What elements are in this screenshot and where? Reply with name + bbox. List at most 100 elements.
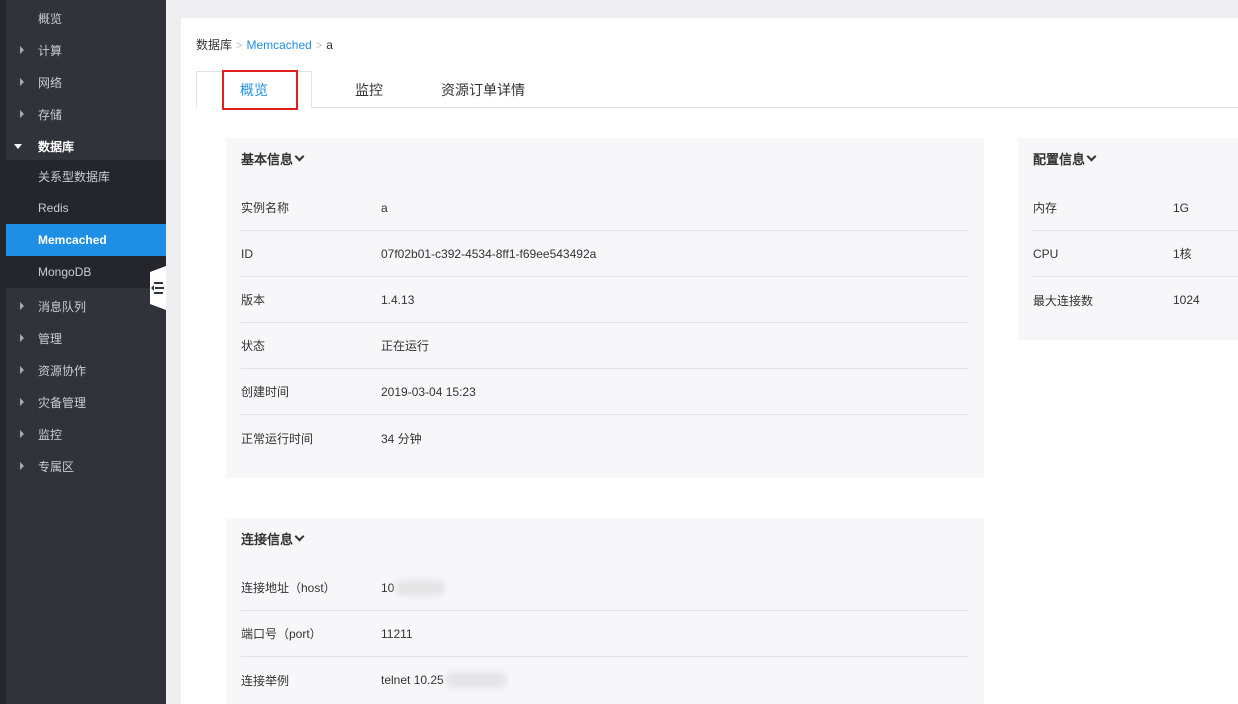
sidebar-item-collab[interactable]: 资源协作 [0,354,166,386]
basic-info-toggle[interactable]: 基本信息 [241,149,305,168]
info-key: 端口号（port） [241,627,322,641]
tab-bar: 概览 监控 资源订单详情 [196,70,1238,110]
sidebar-subitem-mongodb[interactable]: MongoDB [6,256,166,288]
breadcrumb-root[interactable]: 数据库 [196,38,232,52]
sidebar-subitem-memcached[interactable]: Memcached [6,224,166,256]
status-value: 正在运行 [381,339,430,353]
connection-info-toggle[interactable]: 连接信息 [241,529,305,548]
caret-right-icon [20,46,24,54]
sidebar-item-database[interactable]: 数据库 [0,130,166,162]
sidebar-item-label: 灾备管理 [38,395,87,410]
sidebar-item-storage[interactable]: 存储 [0,98,166,130]
config-info-toggle[interactable]: 配置信息 [1033,149,1097,168]
caret-down-icon [14,143,22,149]
info-value: 1G [1173,200,1190,215]
info-key: ID [241,246,253,261]
sidebar-item-dedicated[interactable]: 专属区 [0,450,166,482]
chevron-down-icon [294,531,305,542]
sidebar-item-label: 专属区 [38,459,75,474]
info-row: ID 07f02b01-c392-4534-8ff1-f69ee543492a [241,231,969,277]
main-panel: 数据库 > Memcached > a 概览 监控 资源订单详情 基本信息 实例名称 a… [181,18,1238,704]
caret-right-icon [20,78,24,86]
sidebar-item-label: 数据库 [38,139,75,154]
info-key: 最大连接数 [1033,293,1094,308]
info-row: 正常运行时间 34 分钟 [241,415,969,461]
info-key: 实例名称 [241,201,290,215]
caret-right-icon [20,398,24,406]
sidebar-item-label: 管理 [38,331,63,346]
sidebar-subitem-label: MongoDB [38,265,92,279]
tab-overview[interactable]: 概览 [196,70,312,110]
info-value: 1.4.13 [381,292,415,307]
sidebar-item-label: 消息队列 [38,299,87,314]
breadcrumb-service[interactable]: Memcached [246,38,311,52]
tab-label: 监控 [355,81,383,98]
info-value: a [381,200,388,215]
sidebar-item-label: 概览 [38,11,63,26]
info-key: 状态 [241,339,266,353]
sidebar-item-network[interactable]: 网络 [0,66,166,98]
sidebar-collapse-handle[interactable] [150,266,166,310]
host-value: 10 [381,580,395,595]
info-key: 创建时间 [241,385,290,399]
info-value: 07f02b01-c392-4534-8ff1-f69ee543492a [381,246,597,261]
caret-right-icon [20,366,24,374]
sidebar-item-compute[interactable]: 计算 [0,34,166,66]
info-row: 版本 1.4.13 [241,277,969,323]
breadcrumb: 数据库 > Memcached > a [196,36,333,53]
info-row: 状态 正在运行 [241,323,969,369]
card-title: 连接信息 [241,532,294,547]
example-value: telnet 10.25 [381,673,444,687]
info-row: 实例名称 a [241,185,969,231]
connection-info-card: 连接信息 连接地址（host） 10 端口号（port） 11211 连接举例 … [226,518,984,704]
info-key: 正常运行时间 [241,431,314,446]
breadcrumb-instance: a [326,38,333,52]
caret-right-icon [20,430,24,438]
info-key: 连接地址（host） [241,581,336,595]
caret-right-icon [20,302,24,310]
sidebar-item-label: 监控 [38,427,63,442]
tab-label: 资源订单详情 [441,81,525,98]
info-row: CPU 1核 [1033,231,1238,277]
caret-right-icon [20,462,24,470]
breadcrumb-separator: > [236,40,243,52]
sidebar-item-mq[interactable]: 消息队列 [0,290,166,322]
collapse-icon [151,285,154,291]
tab-monitor[interactable]: 监控 [324,71,414,108]
info-row: 最大连接数 1024 [1033,277,1238,323]
card-title: 配置信息 [1033,152,1086,167]
sidebar-subitem-label: Memcached [38,233,107,247]
sidebar-item-monitor[interactable]: 监控 [0,418,166,450]
caret-right-icon [20,334,24,342]
sidebar-subitem-label: Redis [38,201,69,215]
sidebar-subitem-rdb[interactable]: 关系型数据库 [6,160,166,192]
redaction-blur [445,672,507,688]
sidebar: 概览 计算 网络 存储 数据库 关系型数据库 Redis Memcached M… [0,0,166,704]
info-value: 1024 [1173,293,1200,307]
sidebar-item-label: 资源协作 [38,363,87,378]
sidebar-item-overview[interactable]: 概览 [0,2,166,34]
breadcrumb-separator: > [315,40,323,52]
sidebar-item-label: 计算 [38,43,63,58]
info-key: CPU [1033,246,1059,261]
info-row: 内存 1G [1033,185,1238,231]
info-key: 连接举例 [241,673,290,688]
sidebar-item-dr[interactable]: 灾备管理 [0,386,166,418]
sidebar-item-manage[interactable]: 管理 [0,322,166,354]
port-value: 11211 [381,626,413,641]
info-row: 连接举例 telnet 10.25 [241,657,969,703]
info-value: 34 分钟 [381,431,422,446]
info-key: 内存 [1033,201,1058,215]
config-info-card: 配置信息 内存 1G CPU 1核 最大连接数 1024 [1018,138,1238,340]
info-row: 端口号（port） 11211 [241,611,969,657]
tab-order-details[interactable]: 资源订单详情 [428,71,538,108]
redaction-blur [395,580,445,596]
card-title: 基本信息 [241,152,294,167]
info-key: 版本 [241,293,266,307]
sidebar-subitem-label: 关系型数据库 [38,169,111,184]
sidebar-item-label: 存储 [38,107,63,122]
chevron-down-icon [1086,151,1097,162]
info-value: 1核 [1173,247,1192,261]
sidebar-subitem-redis[interactable]: Redis [6,192,166,224]
info-row: 创建时间 2019-03-04 15:23 [241,369,969,415]
